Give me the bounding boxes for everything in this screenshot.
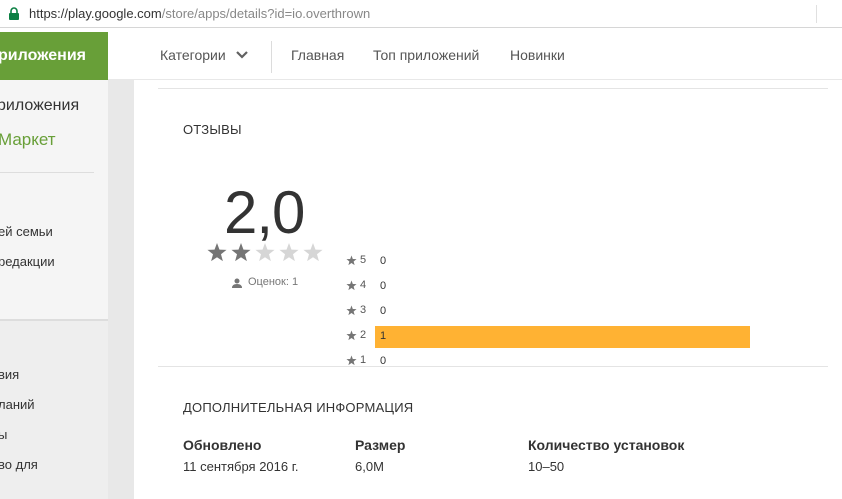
rating-star-3 (255, 243, 275, 262)
histogram-row-1: 10 (346, 351, 766, 373)
main-content: ОТЗЫВЫ 2,0 Оценок: 1 5040302110 ДОПОЛНИТ… (134, 80, 842, 499)
info-size: Размер 6,0M (355, 437, 405, 474)
additional-info-title: ДОПОЛНИТЕЛЬНАЯ ИНФОРМАЦИЯ (183, 400, 414, 415)
rating-star-1 (207, 243, 227, 262)
url-host: https://play.google.com (29, 6, 162, 21)
reviews-title: ОТЗЫВЫ (183, 122, 242, 137)
sidebar-item-family[interactable]: ей семьи (0, 224, 53, 239)
histogram-row-5: 50 (346, 251, 766, 273)
sidebar-item-lower-3[interactable]: ы (0, 427, 7, 442)
nav-home[interactable]: Главная (291, 47, 344, 63)
info-installs-value: 10–50 (528, 459, 565, 474)
person-icon (232, 278, 242, 288)
info-size-label: Размер (355, 437, 406, 453)
sidebar-item-lower-2[interactable]: ланий (0, 397, 35, 412)
nav-new[interactable]: Новинки (510, 47, 565, 63)
url-text[interactable]: https://play.google.com/store/apps/detai… (29, 6, 370, 21)
rating-star-5 (303, 243, 323, 262)
lock-icon (9, 7, 19, 20)
sidebar-divider (0, 172, 94, 173)
histogram-count: 1 (380, 330, 387, 342)
sidebar-item-editors[interactable]: редакции (0, 254, 55, 269)
rating-star-4 (279, 243, 299, 262)
nav-categories[interactable]: Категории (160, 47, 226, 63)
rating-stars (207, 243, 323, 262)
histogram-label: 5 (360, 254, 367, 266)
nav-divider (271, 41, 272, 73)
histogram-count: 0 (380, 280, 387, 292)
histogram-row-2: 21 (346, 326, 766, 348)
sidebar-market[interactable]: Маркет (0, 130, 56, 150)
histogram-row-4: 40 (346, 276, 766, 298)
histogram-bar (375, 326, 750, 348)
chevron-down-icon[interactable] (235, 50, 249, 60)
sidebar-title[interactable]: риложения (0, 97, 79, 115)
url-path: /store/apps/details?id=io.overthrown (161, 6, 371, 21)
star-icon (346, 305, 357, 316)
sidebar-lower: вия ланий ы во для (0, 321, 108, 499)
info-installs-label: Количество установок (528, 437, 685, 453)
nav-top-apps[interactable]: Топ приложений (373, 47, 479, 63)
histogram-label: 3 (360, 304, 367, 316)
sidebar: риложения Маркет ей семьи редакции вия л… (0, 80, 108, 499)
section-header-label: риложения (0, 47, 86, 64)
info-installs: Количество установок 10–50 (528, 437, 684, 474)
section-header[interactable]: риложения (0, 32, 108, 80)
histogram-label: 4 (360, 279, 367, 291)
sidebar-item-lower-4[interactable]: во для (0, 457, 38, 472)
rating-score: 2,0 (224, 179, 305, 246)
histogram-row-3: 30 (346, 301, 766, 323)
info-size-value: 6,0M (355, 459, 384, 474)
page: https://play.google.com/store/apps/detai… (0, 0, 842, 499)
info-updated-label: Обновлено (183, 437, 262, 453)
rating-count: Оценок: 1 (248, 276, 299, 288)
rating-star-2 (231, 243, 251, 262)
address-bar[interactable]: https://play.google.com/store/apps/detai… (0, 0, 842, 28)
top-nav: Категории Главная Топ приложений Новинки (108, 32, 842, 80)
info-updated-value: 11 сентября 2016 г. (183, 459, 299, 474)
histogram-count: 0 (380, 305, 387, 317)
divider-top (158, 88, 828, 89)
info-updated: Обновлено 11 сентября 2016 г. (183, 437, 299, 474)
star-icon (346, 355, 357, 366)
divider-middle (158, 366, 828, 367)
address-bar-edge (816, 5, 842, 23)
histogram-count: 0 (380, 255, 387, 267)
histogram-label: 1 (360, 354, 367, 366)
sidebar-gutter (108, 80, 134, 499)
sidebar-item-lower-1[interactable]: вия (0, 367, 19, 382)
star-icon (346, 255, 357, 266)
star-icon (346, 280, 357, 291)
star-icon (346, 330, 357, 341)
histogram-label: 2 (360, 329, 367, 341)
